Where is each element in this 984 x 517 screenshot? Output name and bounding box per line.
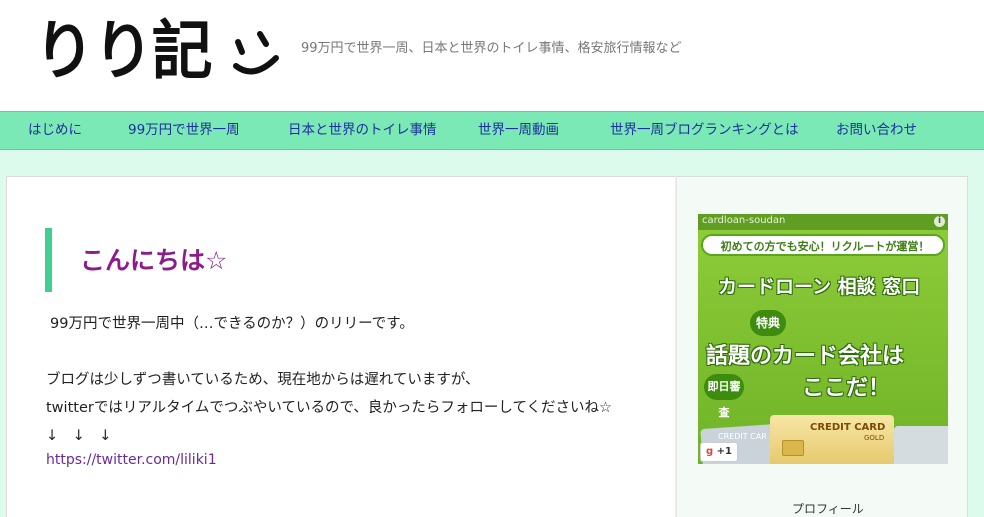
main-nav: はじめに 99万円で世界一周 日本と世界のトイレ事情 世界一周動画 世界一周ブロ… (0, 111, 984, 150)
sidebar-heading: プロフィール (792, 502, 864, 516)
site-logo[interactable]: りり記 (34, 12, 279, 92)
post-paragraph: ブログは少しずつ書いているため、現在地からは遅れていますが、 (46, 372, 480, 388)
nav-item-ranking[interactable]: 世界一周ブログランキングとは (610, 112, 799, 149)
ad-second-line: ここだ！ (802, 376, 891, 401)
ad-badge-special: 特典 (750, 310, 786, 336)
down-arrows: ↓ ↓ ↓ (46, 428, 112, 444)
ad-headline: カードローン 相談 窓口 (718, 276, 921, 298)
nav-item-contact[interactable]: お問い合わせ (836, 112, 917, 149)
ad-ribbon-text: 初めての方でも安心！リクルートが運営！ (720, 240, 930, 253)
ad-source: cardloan-soudan (702, 215, 786, 226)
card-gold-sub: GOLD (864, 434, 885, 442)
ad-ribbon: 初めての方でも安心！リクルートが運営！ (701, 234, 945, 256)
site-header: りり記 99万円で世界一周、日本と世界のトイレ事情、格安旅行情報など (0, 0, 984, 111)
nav-item-toilet[interactable]: 日本と世界のトイレ事情 (288, 112, 437, 149)
ad-banner[interactable]: cardloan-soudan i 初めての方でも安心！リクルートが運営！ カー… (698, 214, 948, 464)
post-paragraph: 99万円で世界一周中（…できるのか？）のリリーです。 (50, 316, 414, 332)
logo-text: りり記 (34, 15, 213, 89)
nav-item-video[interactable]: 世界一周動画 (478, 112, 559, 149)
google-plus-one-button[interactable]: g +1 (700, 442, 738, 462)
plus-one-label: +1 (716, 446, 732, 457)
post-paragraph: twitterではリアルタイムでつぶやいているので、良かったらフォローしてくださ… (46, 400, 613, 416)
ad-main-line: 話題のカード会社は (706, 344, 905, 369)
google-icon: g (706, 446, 714, 457)
card-silver-label: CREDIT CAR (718, 432, 767, 441)
ad-badge-same-day: 即日審査 (704, 374, 744, 419)
card-chip-icon (782, 440, 804, 456)
nav-item-intro[interactable]: はじめに (28, 112, 82, 149)
credit-card-right (894, 426, 948, 464)
twitter-link[interactable]: https://twitter.com/liliki1 (46, 452, 217, 468)
title-accent-bar (45, 228, 52, 292)
info-icon[interactable]: i (934, 216, 945, 227)
card-gold-label: CREDIT CARD (810, 422, 886, 433)
post-title[interactable]: こんにちは☆ (80, 241, 227, 277)
site-tagline: 99万円で世界一周、日本と世界のトイレ事情、格安旅行情報など (301, 41, 682, 56)
nav-item-world-trip[interactable]: 99万円で世界一周 (128, 112, 240, 149)
smile-icon (233, 31, 279, 75)
